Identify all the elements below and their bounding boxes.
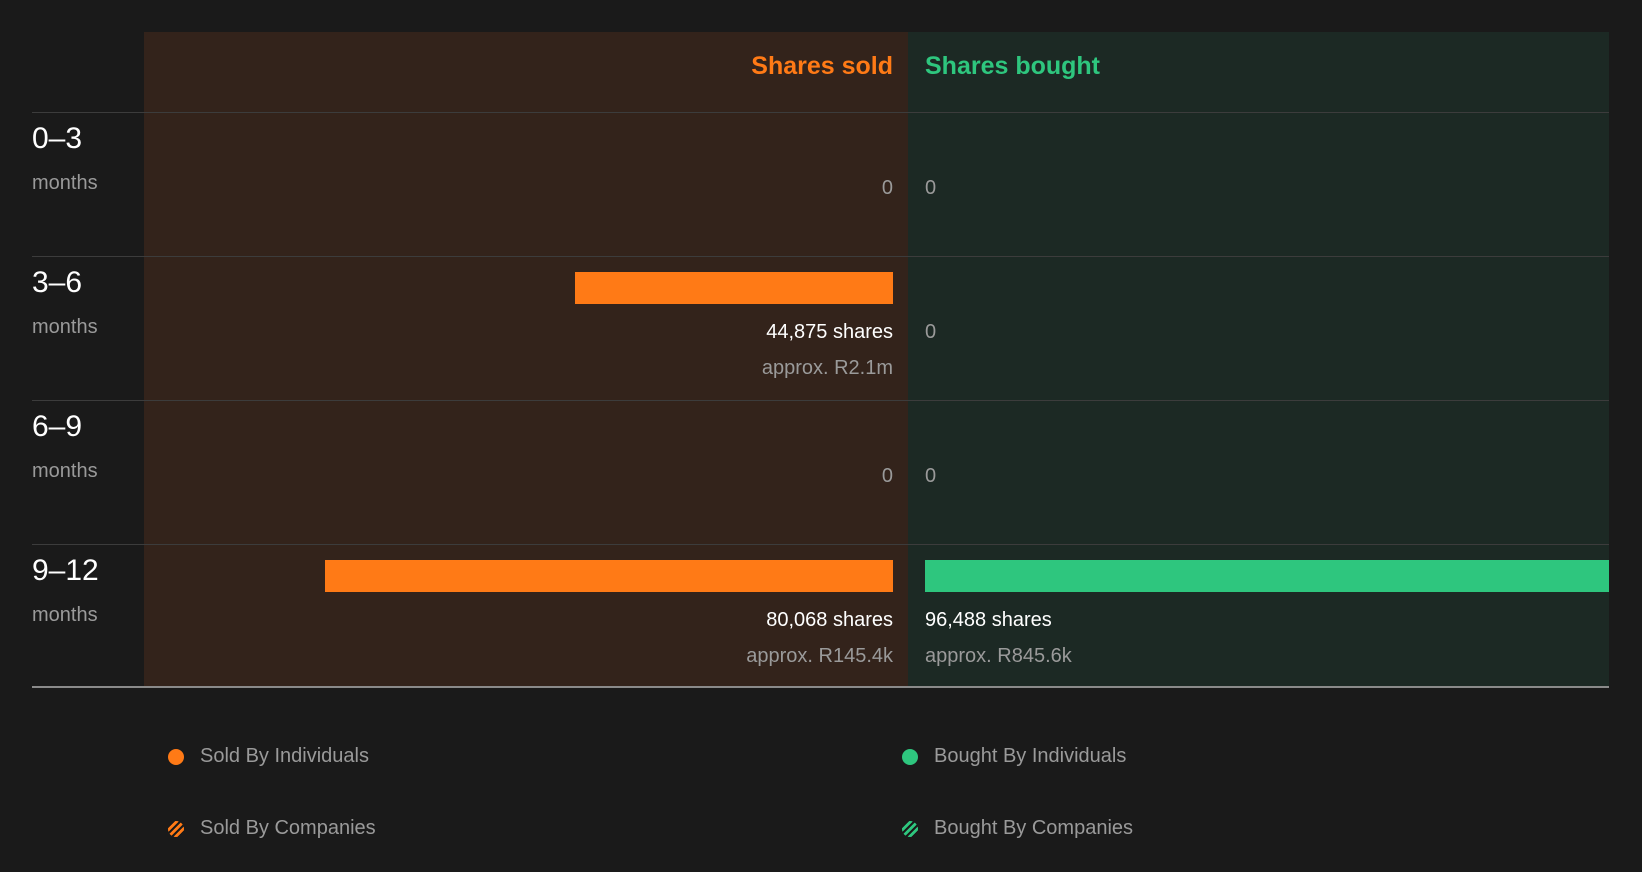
sold-shares-label: 44,875 shares [766, 321, 893, 343]
solid-green-dot-icon [902, 748, 918, 765]
row-divider [32, 400, 1609, 401]
period-unit: months [32, 460, 98, 482]
bought-value-label: 0 [925, 465, 937, 487]
bought-approx-value: approx. R845.6k [925, 645, 1072, 667]
legend-sold-individuals: Sold By Individuals [168, 745, 369, 768]
row-divider [32, 256, 1609, 257]
legend-label: Bought By Individuals [934, 745, 1127, 767]
bought-shares-label: 96,488 shares [925, 609, 1052, 631]
bought-value-label: 0 [925, 321, 937, 343]
period-unit: months [32, 172, 98, 194]
solid-orange-dot-icon [168, 748, 184, 765]
row-divider [32, 112, 1609, 113]
legend-label: Bought By Companies [934, 817, 1134, 839]
bought-bar [925, 560, 1609, 592]
sold-approx-value: approx. R145.4k [746, 645, 893, 667]
sold-value-label: 0 [881, 177, 893, 199]
shares-sold-header: Shares sold [751, 52, 893, 80]
sold-shares-label: 80,068 shares [766, 609, 893, 631]
sold-value-label: 0 [881, 465, 893, 487]
striped-orange-dot-icon [168, 820, 184, 837]
striped-green-dot-icon [902, 820, 918, 837]
legend-label: Sold By Individuals [200, 745, 369, 767]
row-divider [32, 544, 1609, 545]
sold-bar [325, 560, 893, 592]
legend-bought-companies: Bought By Companies [902, 817, 1133, 840]
legend-sold-companies: Sold By Companies [168, 817, 376, 840]
period-unit: months [32, 604, 98, 626]
period-label: 9–12 [32, 554, 99, 587]
period-label: 3–6 [32, 266, 83, 299]
sold-bar [574, 272, 893, 304]
legend-label: Sold By Companies [200, 817, 376, 839]
shares-bought-header: Shares bought [925, 52, 1101, 80]
bought-value-label: 0 [925, 177, 937, 199]
legend-bought-individuals: Bought By Individuals [902, 745, 1126, 768]
period-label: 6–9 [32, 410, 83, 443]
period-label: 0–3 [32, 122, 83, 155]
chart-baseline [32, 686, 1609, 688]
period-unit: months [32, 316, 98, 338]
sold-approx-value: approx. R2.1m [761, 357, 893, 379]
